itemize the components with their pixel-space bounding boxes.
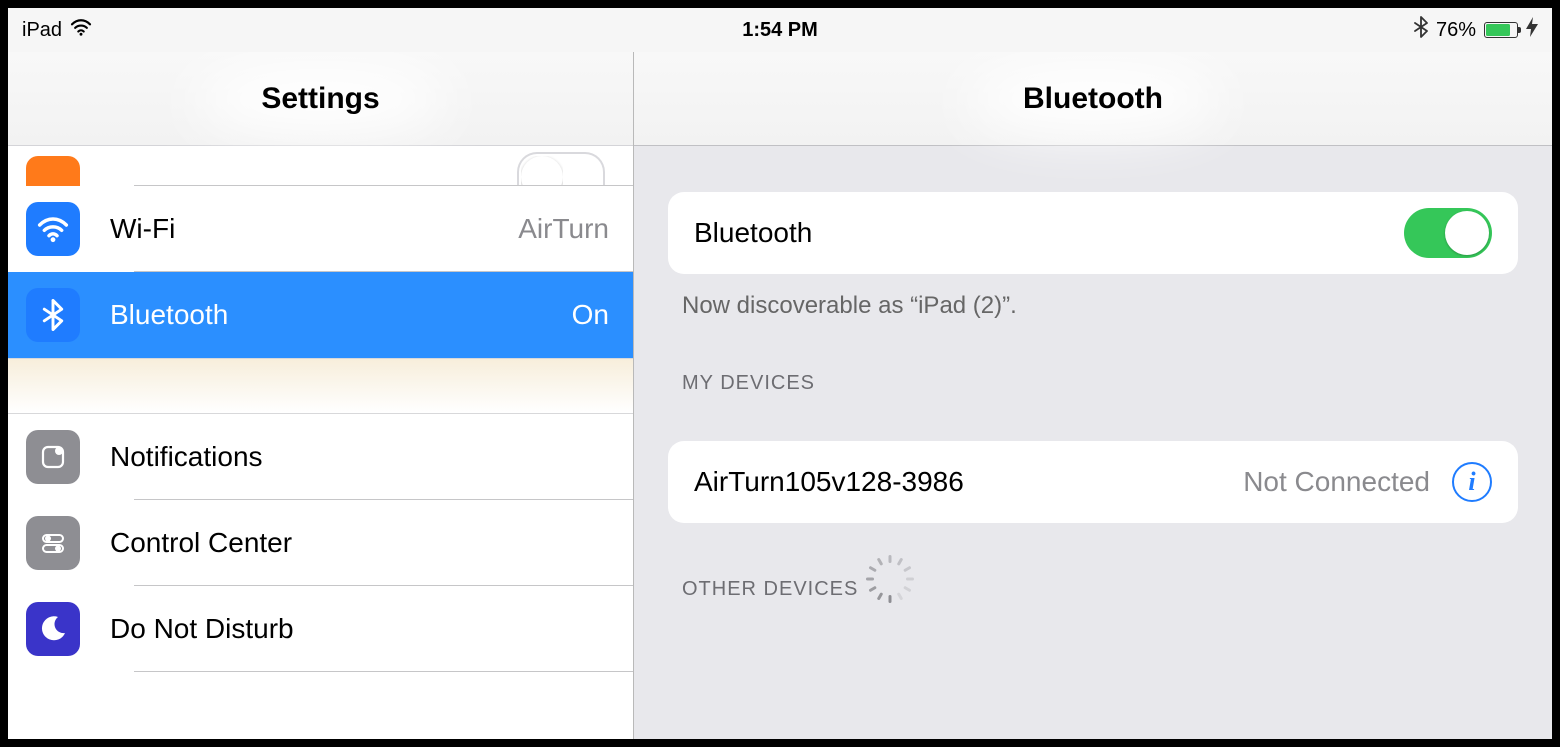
device-status: Not Connected — [1243, 466, 1430, 498]
row-value: On — [572, 299, 615, 331]
settings-title: Settings — [261, 82, 379, 116]
detail-header: Bluetooth — [634, 52, 1552, 146]
bluetooth-switch[interactable] — [1404, 208, 1492, 258]
row-value: AirTurn — [518, 213, 615, 245]
spinner-icon — [876, 575, 904, 603]
row-label: Control Center — [110, 527, 615, 559]
section-gap — [8, 358, 633, 414]
notifications-icon — [26, 430, 80, 484]
my-devices-header: MY DEVICES — [682, 372, 1518, 395]
settings-row-notifications[interactable]: Notifications — [8, 414, 633, 500]
row-label: Notifications — [110, 441, 615, 473]
bluetooth-icon — [26, 288, 80, 342]
device-name: AirTurn105v128-3986 — [694, 466, 1243, 498]
discoverable-text: Now discoverable as “iPad (2)”. — [682, 292, 1518, 320]
settings-row-airplane-partial[interactable] — [8, 146, 633, 186]
other-devices-header: OTHER DEVICES — [682, 575, 1518, 603]
settings-row-dnd[interactable]: Do Not Disturb — [8, 586, 633, 672]
row-label: Wi-Fi — [110, 213, 518, 245]
status-carrier: iPad — [22, 19, 62, 42]
settings-header: Settings — [8, 52, 633, 146]
detail-title: Bluetooth — [1023, 82, 1163, 116]
toggle-label: Bluetooth — [694, 217, 1404, 249]
settings-row-controlcenter[interactable]: Control Center — [8, 500, 633, 586]
wifi-icon — [26, 202, 80, 256]
settings-row-wifi[interactable]: Wi-Fi AirTurn — [8, 186, 633, 272]
settings-row-bluetooth[interactable]: Bluetooth On — [8, 272, 633, 358]
device-row[interactable]: AirTurn105v128-3986 Not Connected i — [668, 441, 1518, 523]
airplane-icon — [26, 156, 80, 186]
wifi-icon — [70, 18, 92, 42]
switch-off-icon[interactable] — [517, 152, 605, 186]
info-icon[interactable]: i — [1452, 462, 1492, 502]
row-label: Do Not Disturb — [110, 613, 615, 645]
dnd-icon — [26, 602, 80, 656]
bluetooth-toggle-row: Bluetooth — [668, 192, 1518, 274]
bluetooth-icon — [1414, 16, 1428, 44]
status-time: 1:54 PM — [742, 19, 818, 42]
charging-icon — [1526, 17, 1538, 43]
battery-icon — [1484, 22, 1518, 38]
controlcenter-icon — [26, 516, 80, 570]
status-bar: iPad 1:54 PM 76% — [8, 8, 1552, 52]
row-label: Bluetooth — [110, 299, 572, 331]
battery-percent: 76% — [1436, 19, 1476, 42]
